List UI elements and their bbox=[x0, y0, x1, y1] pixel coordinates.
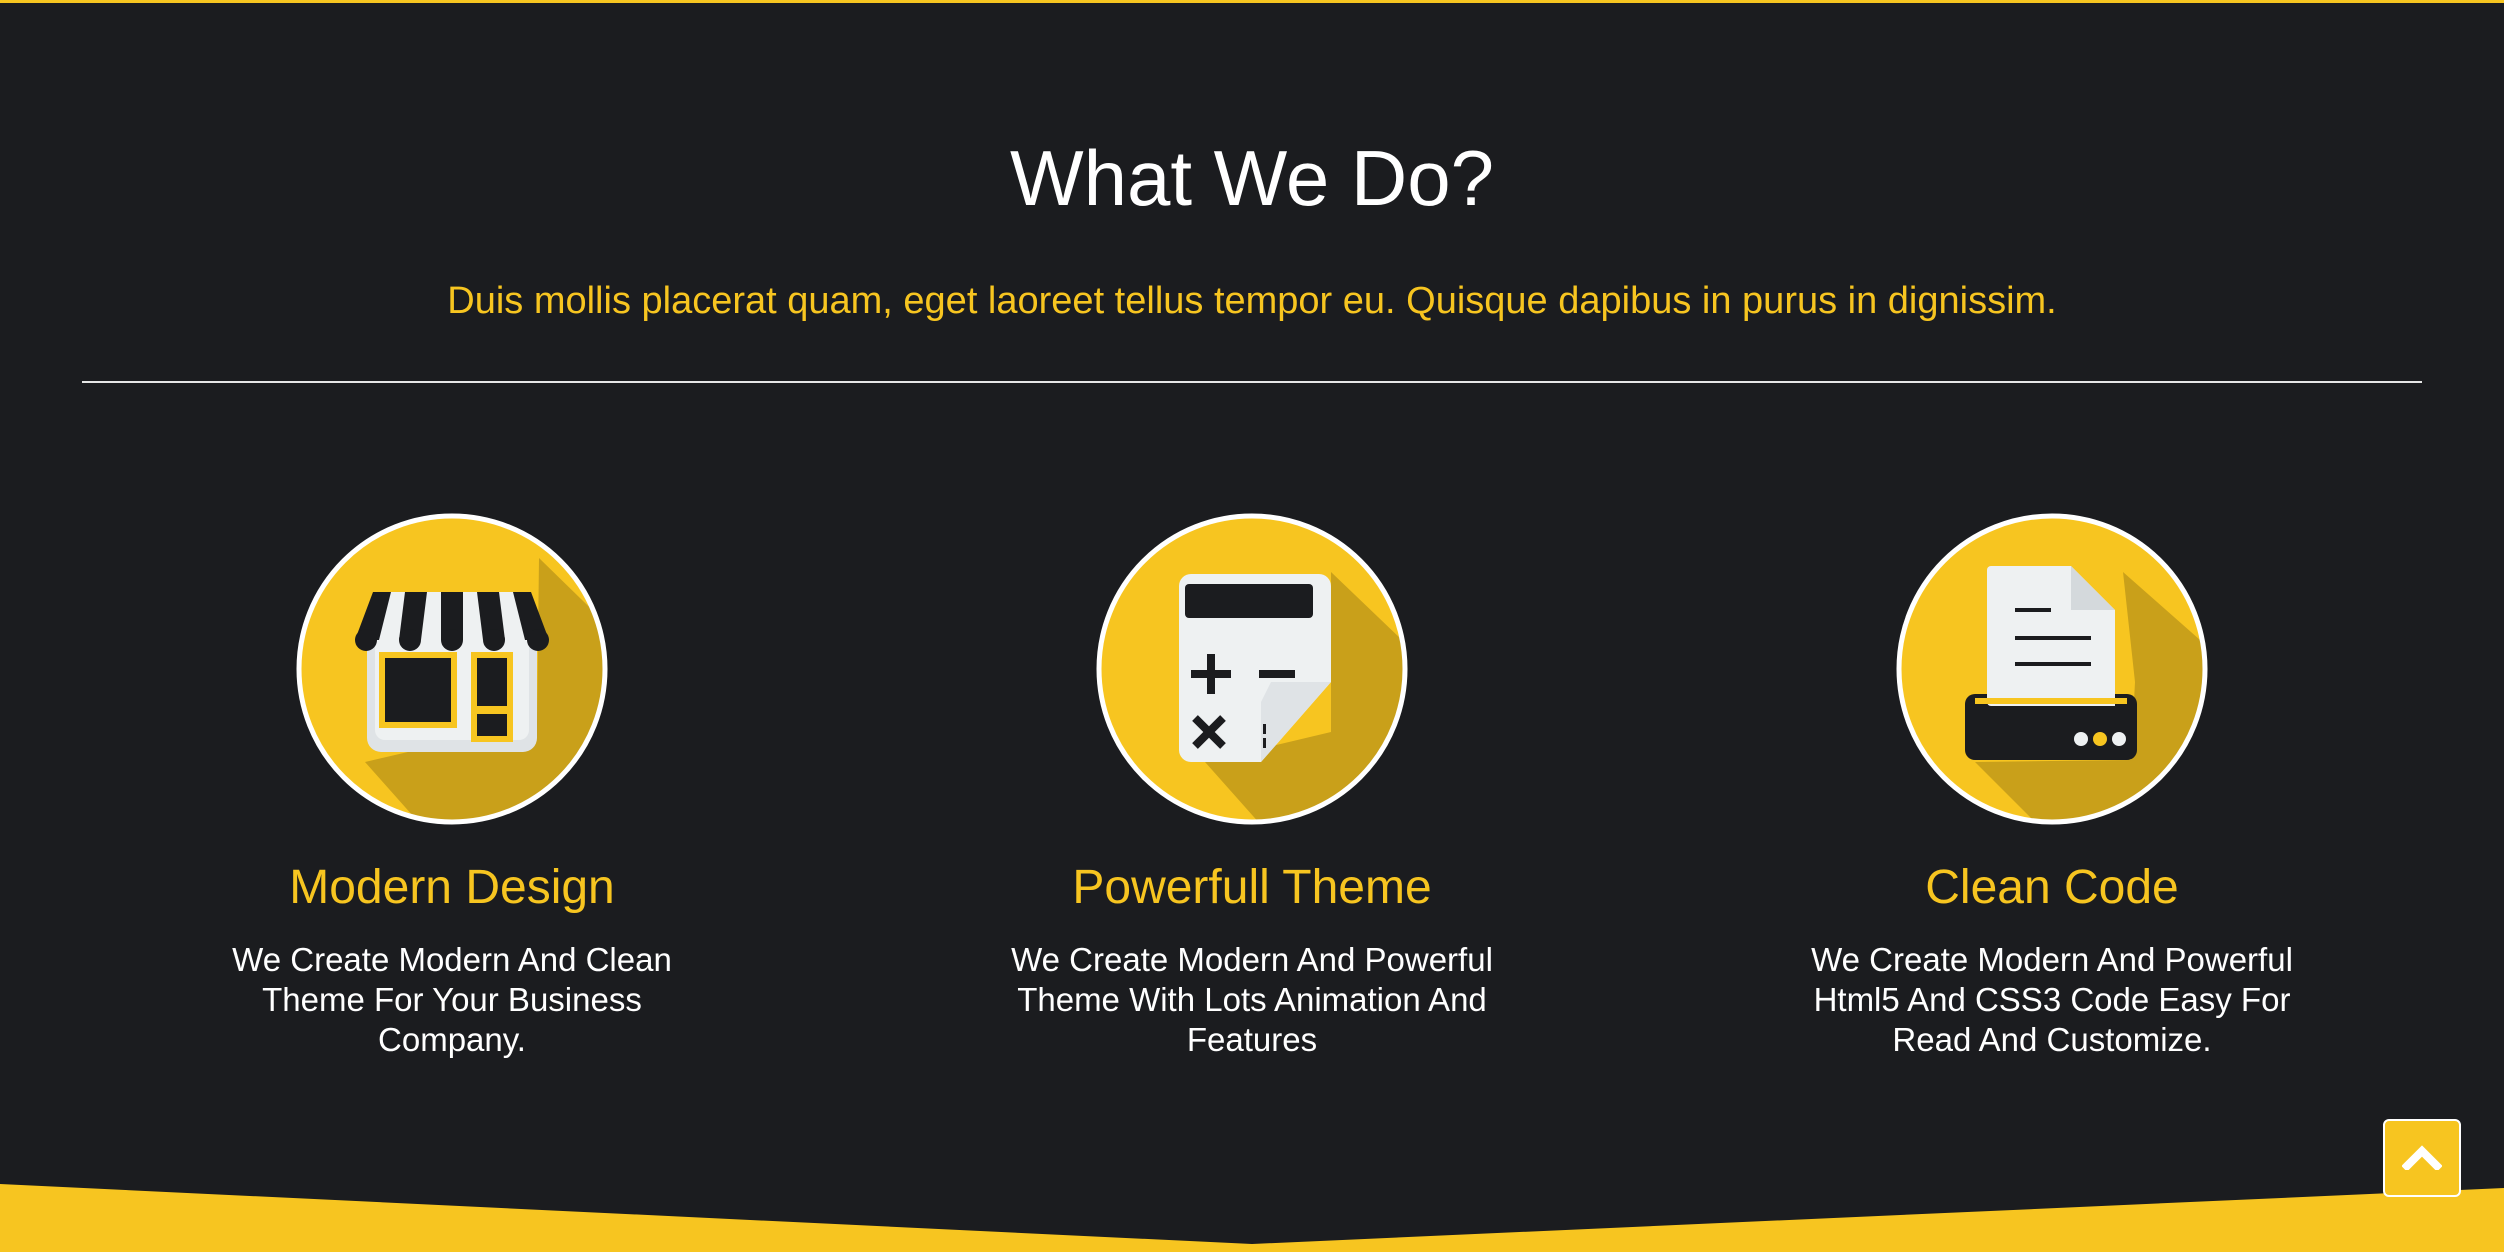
feature-title: Clean Code bbox=[1925, 861, 2179, 914]
top-accent-line bbox=[0, 0, 2504, 3]
what-we-do-section: What We Do? Duis mollis placerat quam, e… bbox=[0, 0, 2504, 1252]
section-subtitle: Duis mollis placerat quam, eget laoreet … bbox=[447, 280, 2057, 322]
section-title: What We Do? bbox=[1009, 134, 1495, 222]
feature-title: Modern Design bbox=[289, 861, 615, 914]
feature-clean-code: Clean Code We Create Modern And Powerful… bbox=[1702, 512, 2402, 1060]
feature-description: We Create Modern And Clean Theme For You… bbox=[232, 941, 672, 1058]
scroll-to-top-button[interactable] bbox=[2383, 1119, 2461, 1197]
feature-modern-design: Modern Design We Create Modern And Clean… bbox=[102, 512, 802, 1060]
storefront-icon bbox=[295, 512, 609, 826]
section-divider bbox=[82, 381, 2422, 383]
feature-description: We Create Modern And Powerful Html5 And … bbox=[1811, 941, 2293, 1058]
calculator-icon bbox=[1095, 512, 1409, 826]
chevron-up-icon bbox=[2401, 1142, 2443, 1175]
bottom-wave-band bbox=[0, 1184, 2504, 1252]
printer-icon bbox=[1895, 512, 2209, 826]
feature-title: Powerfull Theme bbox=[1072, 861, 1432, 914]
feature-powerfull-theme: Powerfull Theme We Create Modern And Pow… bbox=[902, 512, 1602, 1060]
feature-description: We Create Modern And Powerful Theme With… bbox=[1011, 941, 1493, 1058]
